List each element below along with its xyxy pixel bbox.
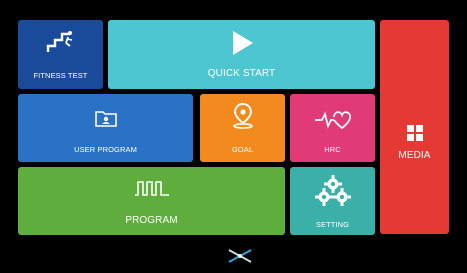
- media-label: MEDIA: [398, 150, 431, 161]
- goal-label: GOAL: [231, 145, 254, 154]
- hrc-tile[interactable]: HRC: [290, 94, 375, 162]
- play-icon: [230, 30, 254, 56]
- pulse-wave-icon: [134, 179, 170, 197]
- gears-icon: [314, 174, 351, 208]
- heart-rate-icon: [314, 109, 352, 131]
- user-folder-icon: [94, 109, 117, 127]
- fitness-test-tile[interactable]: FITNESS TEST: [18, 20, 103, 89]
- location-pin-icon: [232, 103, 254, 129]
- setting-tile[interactable]: SETTING: [290, 167, 375, 235]
- grid-icon: [406, 124, 424, 142]
- media-tile[interactable]: MEDIA: [380, 20, 449, 234]
- user-program-label: USER PROGRAM: [74, 145, 137, 154]
- fitness-test-label: FITNESS TEST: [33, 71, 88, 80]
- stairs-runner-icon: [46, 30, 76, 54]
- goal-tile[interactable]: GOAL: [200, 94, 285, 162]
- program-label: PROGRAM: [125, 215, 178, 226]
- brand-logo-icon: [227, 246, 253, 266]
- setting-label: SETTING: [315, 220, 350, 229]
- user-program-tile[interactable]: USER PROGRAM: [18, 94, 193, 162]
- program-tile[interactable]: PROGRAM: [18, 167, 285, 235]
- quick-start-label: QUICK START: [207, 68, 276, 79]
- hrc-label: HRC: [324, 145, 341, 154]
- quick-start-tile[interactable]: QUICK START: [108, 20, 375, 89]
